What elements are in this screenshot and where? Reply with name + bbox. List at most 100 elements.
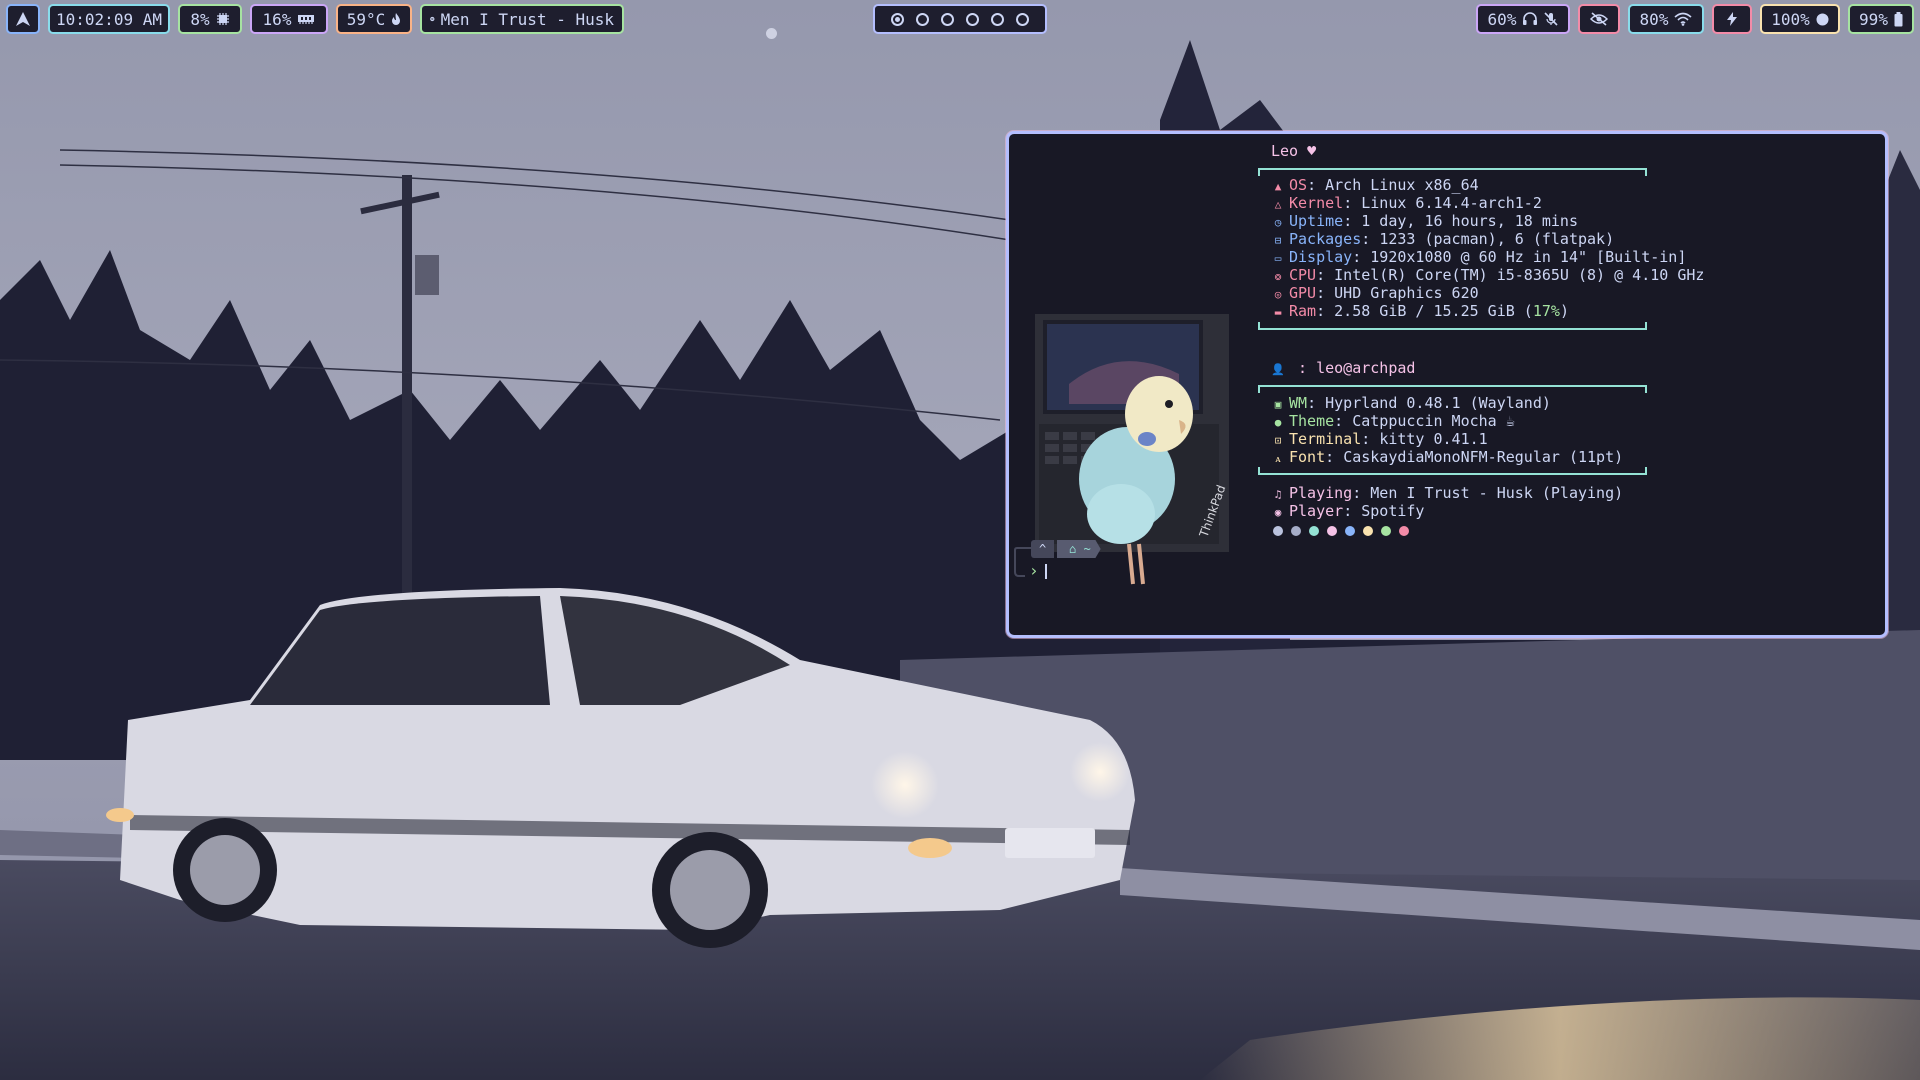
arch-a-icon bbox=[16, 12, 30, 26]
info-value: Intel(R) Core(TM) i5-8365U (8) @ 4.10 GH… bbox=[1334, 266, 1705, 284]
info-key: Ram bbox=[1289, 302, 1317, 320]
palette-swatch-1 bbox=[1273, 526, 1283, 536]
wifi-strength-text: 80% bbox=[1639, 9, 1669, 29]
workspace-4-button[interactable] bbox=[966, 12, 979, 26]
prompt-symbol: › bbox=[1029, 561, 1039, 580]
battery-icon bbox=[1894, 11, 1903, 26]
fastfetch-header: Leo ♥ bbox=[1271, 142, 1317, 160]
prompt-bar: ^ ⌂ ~ › bbox=[1013, 540, 1233, 580]
color-palette bbox=[1273, 526, 1409, 536]
info-line-gpu: ◎ GPU: UHD Graphics 620 bbox=[1271, 284, 1479, 302]
palette-swatch-4 bbox=[1327, 526, 1337, 536]
workspace-1-button[interactable] bbox=[891, 12, 904, 26]
info-separator: : bbox=[1307, 176, 1326, 194]
info-key: Display bbox=[1289, 248, 1353, 266]
kitty-terminal-window[interactable]: ThinkPad Leo ♥ ▲ OS: Arch Linux x86_64 △ Ke… bbox=[1006, 131, 1888, 638]
info-line-cpu: ❂ CPU: Intel(R) Core(TM) i5-8365U (8) @ 4… bbox=[1271, 266, 1705, 284]
info-line-kernel: △ Kernel: Linux 6.14.4-arch1-2 bbox=[1271, 194, 1542, 212]
desktop-info-top-border bbox=[1258, 385, 1647, 393]
prompt-os-segment: ^ bbox=[1031, 540, 1055, 558]
workspace-6-button[interactable] bbox=[1016, 12, 1029, 26]
info-key: Terminal bbox=[1289, 430, 1362, 448]
flame-icon bbox=[392, 13, 401, 25]
palette-swatch-5 bbox=[1345, 526, 1355, 536]
ram-icon: ▬ bbox=[1274, 306, 1282, 319]
info-separator: : bbox=[1343, 502, 1362, 520]
info-key: Theme bbox=[1289, 412, 1335, 430]
lightning-icon bbox=[1727, 12, 1737, 26]
info-value: Linux 6.14.4-arch1-2 bbox=[1361, 194, 1542, 212]
eye-off-icon bbox=[1590, 12, 1608, 26]
info-separator: : bbox=[1316, 266, 1335, 284]
palette-swatch-6 bbox=[1363, 526, 1373, 536]
prompt-directory-segment: ⌂ ~ bbox=[1057, 540, 1101, 558]
memory-stick-icon bbox=[298, 15, 315, 24]
info-value: UHD Graphics 620 bbox=[1334, 284, 1479, 302]
info-key: Packages bbox=[1289, 230, 1362, 248]
info-key: Playing bbox=[1289, 484, 1353, 502]
info-value: Arch Linux x86_64 bbox=[1325, 176, 1479, 194]
info-separator: : bbox=[1361, 430, 1380, 448]
info-key: Player bbox=[1289, 502, 1344, 520]
info-key: GPU bbox=[1289, 284, 1317, 302]
workspace-switcher bbox=[873, 4, 1047, 34]
info-line-display: ▭ Display: 1920x1080 @ 60 Hz in 14" [Buil… bbox=[1271, 248, 1687, 266]
info-line-font: ᴀ Font: CaskaydiaMonoNFM-Regular (11pt) bbox=[1271, 448, 1623, 466]
user-host-label: : leo@archpad bbox=[1298, 359, 1416, 377]
clock-widget[interactable]: 10:02:09 AM bbox=[48, 4, 170, 34]
volume-level-text: 60% bbox=[1487, 9, 1517, 29]
temperature-widget[interactable]: 59°C bbox=[336, 4, 412, 34]
privacy-indicator[interactable] bbox=[1578, 4, 1620, 34]
info-separator: : bbox=[1343, 194, 1362, 212]
info-separator: : bbox=[1325, 448, 1344, 466]
info-value: 2.58 GiB / 15.25 GiB ( bbox=[1334, 302, 1533, 320]
info-line-player: ◉ Player: Spotify bbox=[1271, 502, 1425, 520]
info-value: 1 day, 16 hours, 18 mins bbox=[1361, 212, 1578, 230]
info-value: Spotify bbox=[1361, 502, 1425, 520]
brightness-level-text: 100% bbox=[1771, 9, 1810, 29]
info-key: CPU bbox=[1289, 266, 1317, 284]
cpu-chip-icon bbox=[216, 13, 229, 25]
clock-text: 10:02:09 AM bbox=[56, 9, 162, 29]
system-info-top-border bbox=[1258, 168, 1647, 176]
info-value-highlight: 17% bbox=[1532, 302, 1560, 320]
palette-swatch-8 bbox=[1399, 526, 1409, 536]
info-key: WM bbox=[1289, 394, 1308, 412]
battery-widget[interactable]: 99% bbox=[1848, 4, 1914, 34]
info-separator: : bbox=[1307, 394, 1326, 412]
workspace-5-button[interactable] bbox=[991, 12, 1004, 26]
workspace-2-button[interactable] bbox=[916, 12, 929, 26]
volume-widget[interactable]: 60% bbox=[1476, 4, 1570, 34]
media-player-widget[interactable]: Men I Trust - Husk bbox=[420, 4, 624, 34]
info-key: Font bbox=[1289, 448, 1326, 466]
info-line-packages: ⊟ Packages: 1233 (pacman), 6 (flatpak) bbox=[1271, 230, 1614, 248]
memory-usage-widget[interactable]: 16% bbox=[250, 4, 328, 34]
battery-level-text: 99% bbox=[1859, 9, 1888, 29]
info-separator: : bbox=[1352, 484, 1371, 502]
prompt-input[interactable]: › bbox=[1029, 562, 1047, 580]
brightness-widget[interactable]: 100% bbox=[1760, 4, 1840, 34]
info-value: CaskaydiaMonoNFM-Regular (11pt) bbox=[1343, 448, 1624, 466]
app-launcher-button[interactable] bbox=[6, 4, 40, 34]
info-value: 1920x1080 @ 60 Hz in 14" [Built-in] bbox=[1370, 248, 1687, 266]
user-icon: 👤 bbox=[1271, 363, 1285, 376]
wifi-widget[interactable]: 80% bbox=[1628, 4, 1704, 34]
cpu-usage-widget[interactable]: 8% bbox=[178, 4, 242, 34]
desktop-info-bottom-border bbox=[1258, 467, 1647, 475]
info-key: OS bbox=[1289, 176, 1308, 194]
info-separator: : bbox=[1361, 230, 1380, 248]
info-line-terminal: ⊡ Terminal: kitty 0.41.1 bbox=[1271, 430, 1488, 448]
power-profile-button[interactable] bbox=[1712, 4, 1752, 34]
info-value: 1233 (pacman), 6 (flatpak) bbox=[1379, 230, 1615, 248]
headphones-icon bbox=[1523, 12, 1538, 25]
info-key: Uptime bbox=[1289, 212, 1344, 230]
palette-swatch-7 bbox=[1381, 526, 1391, 536]
workspace-3-button[interactable] bbox=[941, 12, 954, 26]
info-line-theme: ● Theme: Catppuccin Mocha ☕ bbox=[1271, 412, 1515, 430]
info-separator: : bbox=[1352, 248, 1371, 266]
info-value: Hyprland 0.48.1 (Wayland) bbox=[1325, 394, 1551, 412]
info-separator: : bbox=[1334, 412, 1353, 430]
text-cursor bbox=[1044, 563, 1047, 579]
brightness-icon bbox=[1816, 13, 1829, 25]
font-icon: ᴀ bbox=[1275, 452, 1281, 465]
